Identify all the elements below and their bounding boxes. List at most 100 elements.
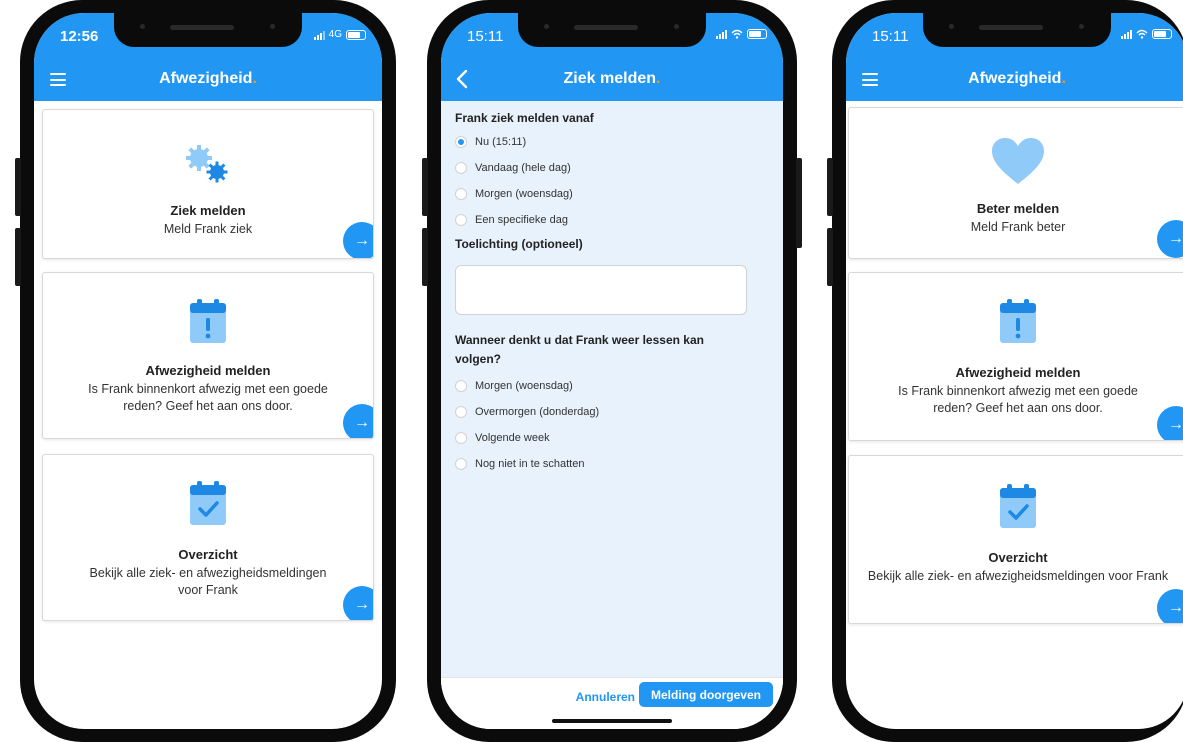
question-return: Wanneer denkt u dat Frank weer lessen ka… xyxy=(455,333,704,366)
radio-label: Nog niet in te schatten xyxy=(475,458,585,470)
radio-label: Een specifieke dag xyxy=(475,214,568,226)
arrow-right-icon[interactable]: → xyxy=(343,586,373,620)
wifi-icon xyxy=(731,29,743,39)
radio-button[interactable] xyxy=(455,380,467,392)
action-bar: Annuleren Melding doorgeven xyxy=(441,677,783,729)
card-beter-melden[interactable]: Beter melden Meld Frank beter → xyxy=(848,107,1183,259)
card-description: Bekijk alle ziek- en afwezigheidsmelding… xyxy=(867,569,1169,583)
gears-icon xyxy=(43,140,373,191)
title-accent: . xyxy=(252,70,257,87)
card-list: Beter melden Meld Frank beter → Afwezigh… xyxy=(846,101,1183,729)
radio-label: Morgen (woensdag) xyxy=(475,188,573,200)
screen: 12:56 4G Afwezigheid. Ziek melden Meld F… xyxy=(34,13,382,729)
radio-option[interactable]: Volgende week xyxy=(455,429,550,447)
signal-icon xyxy=(1121,29,1132,39)
status-time: 15:11 xyxy=(467,28,504,45)
status-indicators xyxy=(716,29,767,39)
app-bar: Afwezigheid. xyxy=(846,59,1183,101)
card-description: Meld Frank beter xyxy=(970,220,1066,234)
card-description: Meld Frank ziek xyxy=(163,222,253,236)
card-title: Beter melden xyxy=(976,201,1060,216)
calendar-check-icon xyxy=(43,479,373,532)
radio-option[interactable]: Nog niet in te schatten xyxy=(455,455,584,473)
title-accent: . xyxy=(656,70,661,87)
radio-button[interactable] xyxy=(455,162,467,174)
battery-icon xyxy=(346,29,366,40)
page-title: Ziek melden. xyxy=(563,70,661,87)
radio-button[interactable] xyxy=(455,188,467,200)
submit-button[interactable]: Melding doorgeven xyxy=(638,682,773,707)
heart-icon xyxy=(849,136,1183,191)
radio-label: Overmorgen (donderdag) xyxy=(475,406,600,418)
phone-1: 12:56 4G Afwezigheid. Ziek melden Meld F… xyxy=(15,0,396,742)
app-bar: Ziek melden. xyxy=(441,59,783,101)
arrow-right-icon[interactable]: → xyxy=(343,404,373,438)
radio-option[interactable]: Morgen (woensdag) xyxy=(455,377,573,395)
battery-icon xyxy=(747,29,767,39)
card-ziek-melden[interactable]: Ziek melden Meld Frank ziek → xyxy=(42,109,374,259)
battery-icon xyxy=(1152,29,1172,39)
side-button xyxy=(796,158,802,248)
card-description: Is Frank binnenkort afwezig met een goed… xyxy=(88,382,328,413)
status-indicators: 4G xyxy=(313,29,366,40)
radio-option[interactable]: Morgen (woensdag) xyxy=(455,185,573,203)
signal-icon xyxy=(716,29,727,39)
radio-option[interactable]: Nu (15:11) xyxy=(455,133,526,151)
card-title: Afwezigheid melden xyxy=(145,363,271,378)
card-list: Ziek melden Meld Frank ziek → Afwezighei… xyxy=(34,101,382,729)
question-from-when: Frank ziek melden vanaf xyxy=(455,111,594,125)
home-indicator[interactable] xyxy=(552,719,672,723)
card-title: Overzicht xyxy=(988,550,1048,565)
side-button xyxy=(827,158,833,216)
card-title: Overzicht xyxy=(178,547,238,562)
page-title: Afwezigheid. xyxy=(968,70,1066,87)
sick-report-form: Frank ziek melden vanaf Nu (15:11) Vanda… xyxy=(441,101,783,729)
title-accent: . xyxy=(1061,70,1066,87)
arrow-right-icon[interactable]: → xyxy=(1157,589,1183,623)
calendar-exclamation-icon xyxy=(43,297,373,350)
status-time: 12:56 xyxy=(60,28,99,45)
status-indicators xyxy=(1121,29,1172,39)
calendar-check-icon xyxy=(849,482,1183,535)
arrow-right-icon[interactable]: → xyxy=(1157,220,1183,258)
screen: 15:11 Afwezigheid. Beter melden Meld Fra… xyxy=(846,13,1183,729)
card-description: Is Frank binnenkort afwezig met een goed… xyxy=(898,384,1138,415)
card-overzicht[interactable]: Overzicht Bekijk alle ziek- en afwezighe… xyxy=(42,454,374,621)
arrow-right-icon[interactable]: → xyxy=(343,222,373,258)
radio-button[interactable] xyxy=(455,432,467,444)
radio-button[interactable] xyxy=(455,214,467,226)
side-button xyxy=(422,158,428,216)
side-button xyxy=(15,158,21,216)
arrow-right-icon[interactable]: → xyxy=(1157,406,1183,440)
card-afwezigheid-melden[interactable]: Afwezigheid melden Is Frank binnenkort a… xyxy=(42,272,374,439)
card-description: Bekijk alle ziek- en afwezigheidsmelding… xyxy=(89,566,327,597)
notch xyxy=(114,13,302,47)
card-title: Afwezigheid melden xyxy=(955,365,1081,380)
status-time: 15:11 xyxy=(872,28,909,45)
radio-option[interactable]: Vandaag (hele dag) xyxy=(455,159,571,177)
radio-label: Volgende week xyxy=(475,432,550,444)
notch xyxy=(923,13,1111,47)
side-button xyxy=(422,228,428,286)
cancel-button[interactable]: Annuleren xyxy=(576,690,635,704)
notch xyxy=(518,13,706,47)
phone-3: 15:11 Afwezigheid. Beter melden Meld Fra… xyxy=(827,0,1183,742)
radio-option[interactable]: Overmorgen (donderdag) xyxy=(455,403,599,421)
card-overzicht[interactable]: Overzicht Bekijk alle ziek- en afwezighe… xyxy=(848,455,1183,624)
card-afwezigheid-melden[interactable]: Afwezigheid melden Is Frank binnenkort a… xyxy=(848,272,1183,441)
radio-button[interactable] xyxy=(455,406,467,418)
radio-option[interactable]: Een specifieke dag xyxy=(455,211,568,229)
phone-2: 15:11 Ziek melden. Frank ziek melden van… xyxy=(422,0,802,742)
calendar-exclamation-icon xyxy=(849,297,1183,350)
radio-label: Morgen (woensdag) xyxy=(475,380,573,392)
signal-icon xyxy=(313,30,325,40)
radio-label: Nu (15:11) xyxy=(475,136,527,148)
comment-field[interactable] xyxy=(455,265,747,315)
side-button xyxy=(15,228,21,286)
radio-button-selected[interactable] xyxy=(455,136,467,148)
app-bar: Afwezigheid. xyxy=(34,59,382,101)
card-title: Ziek melden xyxy=(170,203,246,218)
radio-button[interactable] xyxy=(455,458,467,470)
screen: 15:11 Ziek melden. Frank ziek melden van… xyxy=(441,13,783,729)
network-label: 4G xyxy=(328,29,342,40)
